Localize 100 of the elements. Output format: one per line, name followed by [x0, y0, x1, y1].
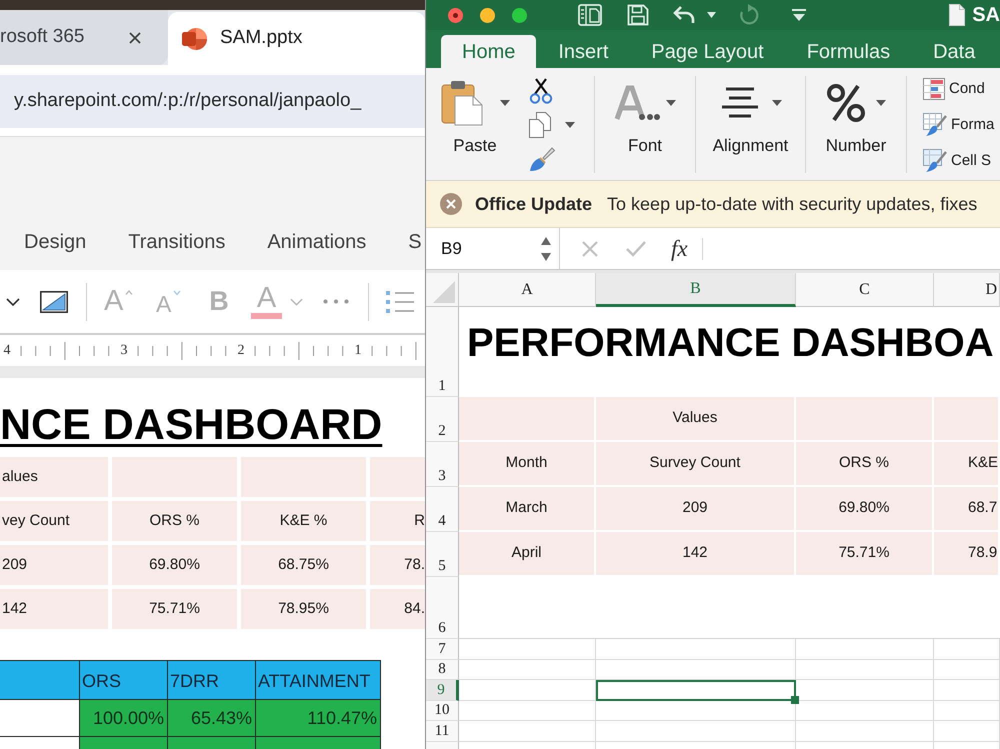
browser-tab[interactable]: rosoft 365: [0, 10, 168, 65]
ribbon-tab[interactable]: Animations: [267, 224, 366, 258]
triangle-icon: [433, 281, 455, 303]
table-cell: vey Count: [0, 501, 108, 541]
table-header-cell: ORS: [80, 660, 168, 700]
sheet-cell[interactable]: [796, 721, 934, 742]
sheet-cell[interactable]: [934, 639, 1000, 660]
table-cell: R: [370, 501, 425, 541]
table-brush-icon: [923, 113, 947, 137]
sheet-cell[interactable]: [596, 660, 796, 680]
row-header[interactable]: 9: [426, 680, 459, 700]
column-header[interactable]: A: [459, 273, 596, 307]
format-as-table-button[interactable]: Forma: [923, 112, 994, 138]
sheet-cell[interactable]: [596, 639, 796, 660]
ruler-number: 2: [237, 344, 245, 358]
cell-styles-button[interactable]: Cell S: [923, 148, 994, 174]
slide-title: NCE DASHBOARD: [0, 400, 382, 450]
dropdown-icon[interactable]: [792, 9, 806, 21]
sheet-cell[interactable]: [459, 660, 596, 680]
number-format-button[interactable]: Number: [806, 68, 906, 180]
sheet-cell[interactable]: [796, 680, 934, 700]
sheet-cell[interactable]: [459, 639, 596, 660]
sheet-cell[interactable]: [459, 680, 596, 700]
table-cell: 65.43%: [168, 700, 256, 737]
table-cell: 68.7: [934, 487, 1000, 532]
sheet-cell[interactable]: [934, 660, 1000, 680]
column-header[interactable]: D: [934, 273, 1000, 307]
sheet-cell[interactable]: [934, 680, 1000, 700]
brush-icon[interactable]: [529, 146, 555, 172]
save-icon[interactable]: [627, 4, 649, 26]
row-header[interactable]: 6: [426, 577, 459, 639]
scissors-icon[interactable]: [529, 78, 553, 104]
copy-icon[interactable]: [529, 112, 551, 138]
message-text: To keep up-to-date with security updates, fixes: [607, 192, 978, 216]
close-button[interactable]: [448, 8, 463, 22]
row-header[interactable]: 3: [426, 442, 459, 487]
insert-function-button[interactable]: fx: [671, 237, 688, 260]
table-cell: Month: [459, 442, 596, 487]
ribbon-tab[interactable]: Page Layout: [630, 35, 785, 68]
caret-icon[interactable]: [500, 100, 510, 106]
row-header[interactable]: 2: [426, 397, 459, 442]
ribbon-tab[interactable]: S: [408, 224, 422, 258]
sheet-cell[interactable]: [796, 700, 934, 721]
font-icon: [614, 85, 660, 121]
alignment-button[interactable]: Alignment: [696, 68, 805, 180]
column-header[interactable]: B: [596, 273, 796, 307]
close-icon[interactable]: [440, 193, 462, 215]
name-box[interactable]: B9: [426, 228, 560, 269]
table-cell: Survey Count: [596, 442, 796, 487]
sheet-cell[interactable]: [796, 639, 934, 660]
sheet-cell[interactable]: [934, 700, 1000, 721]
sheet-cell[interactable]: [459, 700, 596, 721]
sidebar-document-icon[interactable]: [578, 4, 602, 26]
browser-tab[interactable]: SAM.pptx: [168, 12, 425, 65]
row-header[interactable]: 7: [426, 639, 459, 660]
sheet-cell[interactable]: [459, 721, 596, 742]
table-cell: 78.9: [934, 532, 1000, 577]
fill-handle-icon[interactable]: [791, 696, 799, 704]
ribbon-tab[interactable]: Design: [24, 224, 86, 258]
ribbon-tab[interactable]: Formulas: [786, 35, 912, 68]
caret-icon[interactable]: [876, 100, 886, 106]
ribbon-tab[interactable]: Home: [441, 35, 536, 68]
undo-icon[interactable]: [672, 5, 696, 25]
row-header[interactable]: 1: [426, 307, 459, 397]
table-header-cell: ATTAINMENT: [256, 660, 381, 700]
table-cell: 78.: [370, 545, 425, 585]
sheet-cell[interactable]: [596, 721, 796, 742]
font-button[interactable]: Font: [595, 68, 695, 180]
row-header[interactable]: 8: [426, 660, 459, 680]
conditional-formatting-button[interactable]: Cond: [923, 76, 994, 102]
row-header[interactable]: 4: [426, 487, 459, 532]
shape-fill-icon[interactable]: [40, 290, 68, 312]
caret-icon[interactable]: [565, 122, 575, 128]
sheet-cell[interactable]: [934, 721, 1000, 742]
column-header[interactable]: C: [796, 273, 934, 307]
row-header[interactable]: 11: [426, 721, 459, 742]
caret-icon[interactable]: [772, 100, 782, 106]
ribbon-tab[interactable]: Transitions: [128, 224, 226, 258]
more-icon[interactable]: [323, 299, 349, 304]
sheet-cell[interactable]: [796, 660, 934, 680]
close-icon[interactable]: [129, 32, 141, 44]
table-cell: ORS %: [112, 501, 237, 541]
row-header[interactable]: 5: [426, 532, 459, 577]
ribbon-tab[interactable]: Insert: [537, 35, 630, 68]
caret-icon[interactable]: [707, 12, 716, 18]
table-cell: 78.95%: [241, 589, 366, 629]
bullet-list-icon[interactable]: [386, 290, 414, 314]
caret-icon[interactable]: [666, 100, 676, 106]
ruler-number: 1: [354, 344, 362, 358]
chevron-down-icon[interactable]: [6, 298, 20, 306]
paste-button[interactable]: Paste: [440, 78, 510, 157]
select-all-button[interactable]: [426, 273, 459, 307]
ribbon-tab[interactable]: Data: [912, 35, 996, 68]
row-header[interactable]: 10: [426, 700, 459, 721]
table-cell: 142: [596, 532, 796, 577]
zoom-button[interactable]: [512, 8, 527, 22]
color-bar-icon: [251, 313, 282, 319]
minimize-button[interactable]: [480, 8, 495, 22]
address-bar[interactable]: y.sharepoint.com/:p:/r/personal/janpaolo_: [0, 75, 425, 128]
spinner-icon[interactable]: [540, 236, 552, 262]
